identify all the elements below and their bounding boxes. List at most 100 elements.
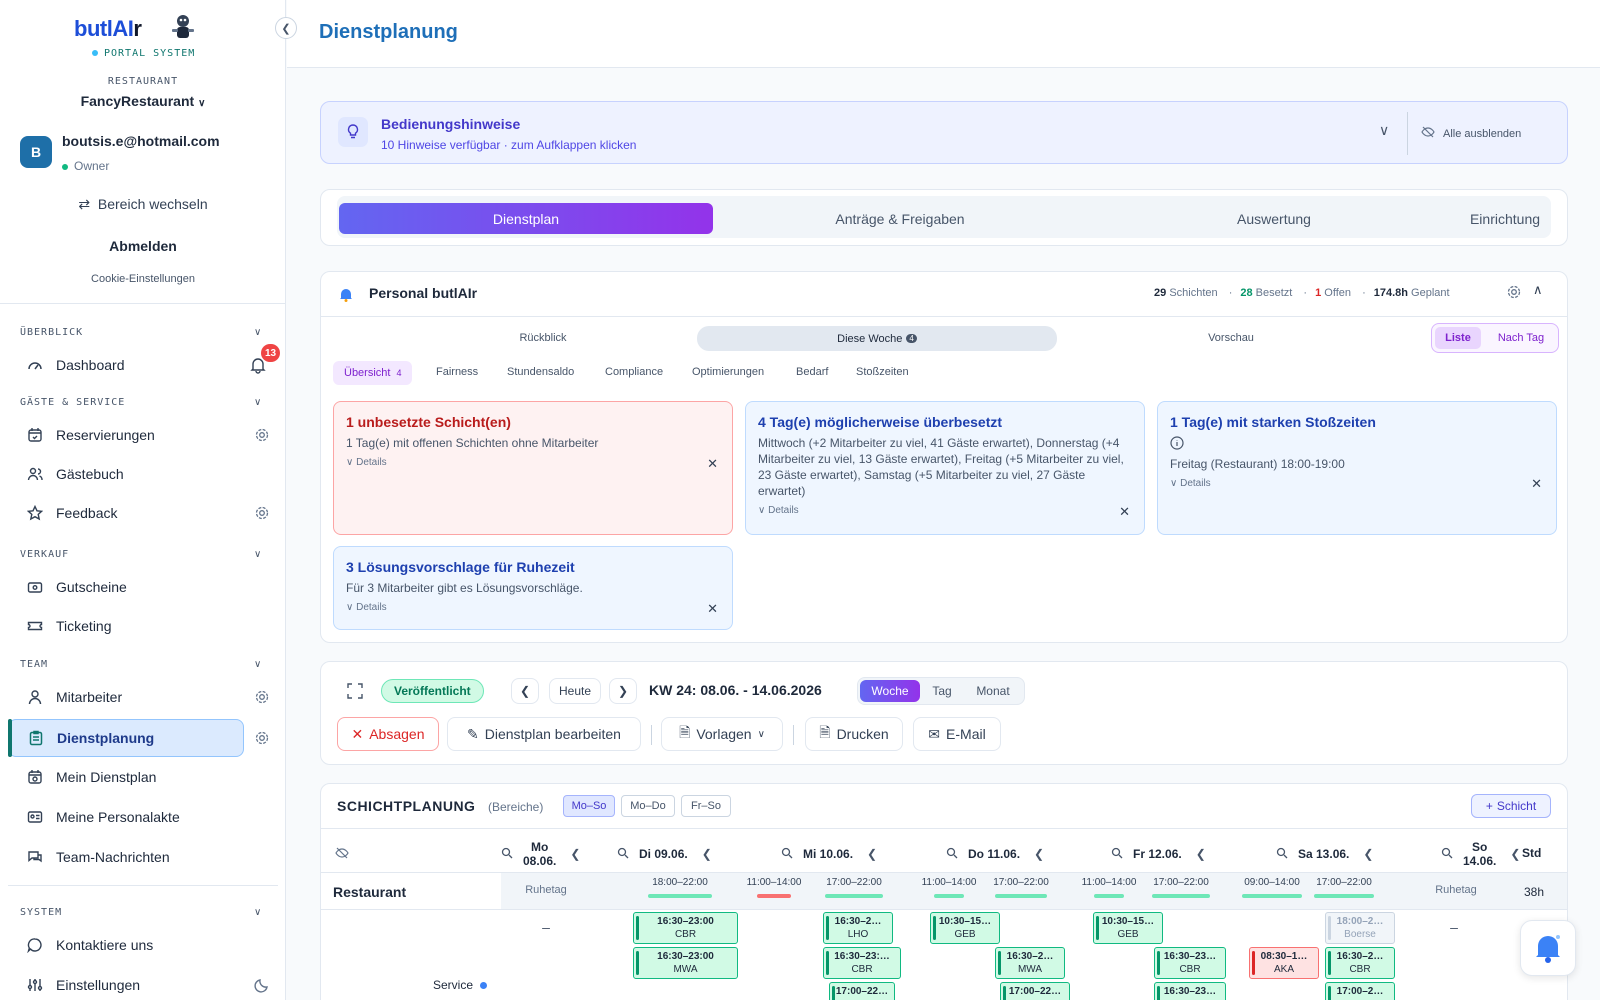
- gear-icon[interactable]: [254, 427, 270, 443]
- chevron-left-icon[interactable]: ❮: [1510, 847, 1520, 861]
- sidebar-item-reservations[interactable]: Reservierungen: [8, 417, 244, 453]
- view-day-button[interactable]: Tag: [922, 680, 962, 702]
- alert-card[interactable]: 4 Tag(e) möglicherweise überbesetzt Mitt…: [745, 401, 1145, 535]
- sidebar-item-team-messages[interactable]: Team-Nachrichten: [8, 839, 244, 875]
- shift-card[interactable]: 17:00–22…: [829, 982, 895, 1000]
- restaurant-selector[interactable]: FancyRestaurant ∨: [0, 93, 285, 109]
- info-icon[interactable]: [1170, 436, 1544, 453]
- view-month-button[interactable]: Monat: [964, 680, 1022, 702]
- chevron-down-icon[interactable]: ∨: [254, 327, 266, 339]
- email-button[interactable]: ✉ E-Mail: [913, 717, 1001, 751]
- cookie-settings-link[interactable]: Cookie-Einstellungen: [0, 273, 285, 285]
- shift-card[interactable]: 16:30–2… LHO: [823, 912, 893, 944]
- close-icon[interactable]: ✕: [707, 601, 718, 617]
- subtab-overview[interactable]: Übersicht 4: [333, 361, 413, 385]
- details-toggle[interactable]: ∨ Details: [346, 602, 720, 613]
- day-header[interactable]: Sa 13.06. ❮: [1276, 840, 1373, 868]
- shift-card[interactable]: 10:30–15… GEB: [1093, 912, 1163, 944]
- subtab-fairness[interactable]: Fairness: [436, 366, 478, 378]
- chevron-down-icon[interactable]: ∨: [1379, 122, 1389, 139]
- sidebar-item-settings[interactable]: Einstellungen: [8, 967, 244, 1000]
- sidebar-item-feedback[interactable]: Feedback: [8, 495, 244, 531]
- search-icon[interactable]: [1276, 847, 1288, 862]
- details-toggle[interactable]: ∨ Details: [1170, 478, 1544, 489]
- sidebar-item-guestbook[interactable]: Gästebuch: [8, 456, 244, 492]
- day-header[interactable]: Do 11.06. ❮: [946, 840, 1044, 868]
- subtab-peak-times[interactable]: Stoßzeiten: [856, 366, 909, 378]
- shift-card[interactable]: 17:00–22…: [1000, 982, 1070, 1000]
- view-week-button[interactable]: Woche: [860, 680, 920, 702]
- chevron-down-icon[interactable]: ∨: [254, 659, 266, 671]
- search-icon[interactable]: [617, 847, 629, 862]
- sidebar-item-dienstplanung[interactable]: Dienstplanung: [8, 719, 244, 757]
- sidebar-item-vouchers[interactable]: Gutscheine: [8, 569, 244, 605]
- edit-schedule-button[interactable]: ✎ Dienstplan bearbeiten: [447, 717, 641, 751]
- gear-icon[interactable]: [1506, 284, 1522, 303]
- details-toggle[interactable]: ∨ Details: [758, 505, 1132, 516]
- sidebar-item-dashboard[interactable]: Dashboard: [8, 347, 244, 383]
- shift-card[interactable]: 16:30–2… MWA: [995, 947, 1065, 979]
- moon-icon[interactable]: [254, 977, 270, 996]
- add-shift-button[interactable]: + Schicht: [1471, 794, 1551, 818]
- sidebar-item-contact[interactable]: Kontaktiere uns: [8, 927, 244, 963]
- subtab-compliance[interactable]: Compliance: [605, 366, 663, 378]
- chevron-left-icon[interactable]: ❮: [1034, 847, 1044, 861]
- next-week-button[interactable]: ❯: [609, 678, 637, 704]
- day-header[interactable]: Mo 08.06. ❮: [501, 840, 580, 868]
- alert-card[interactable]: 3 Lösungsvorschlage für Ruhezeit Für 3 M…: [333, 546, 733, 630]
- hide-all-button[interactable]: Alle ausblenden: [1421, 126, 1521, 141]
- sidebar-item-ticketing[interactable]: Ticketing: [8, 608, 244, 644]
- templates-button[interactable]: 🗎 Vorlagen ∨: [661, 717, 783, 751]
- subtab-demand[interactable]: Bedarf: [796, 366, 828, 378]
- logout-button[interactable]: Abmelden: [0, 238, 285, 254]
- brand-logo[interactable]: butlAIr: [74, 16, 142, 42]
- shift-card[interactable]: 18:00–2… Boerse: [1325, 912, 1395, 944]
- shift-card[interactable]: 16:30–23:… CBR: [823, 947, 901, 979]
- sidebar-item-my-plan[interactable]: Mein Dienstplan: [8, 759, 244, 795]
- fullscreen-icon[interactable]: [347, 683, 363, 702]
- cancel-button[interactable]: ✕ Absagen: [337, 717, 439, 751]
- search-icon[interactable]: [946, 847, 958, 862]
- switch-area-button[interactable]: ⇄ Bereich wechseln: [0, 196, 285, 213]
- shift-card[interactable]: 16:30–23…CBR: [1154, 982, 1226, 1000]
- sidebar-item-my-file[interactable]: Meine Personalakte: [8, 799, 244, 835]
- tab-dienstplan[interactable]: Dienstplan: [339, 203, 713, 234]
- shift-card[interactable]: 16:30–23:00 MWA: [633, 947, 738, 979]
- chevron-down-icon[interactable]: ∨: [254, 907, 266, 919]
- sidebar-item-employees[interactable]: Mitarbeiter: [8, 679, 244, 715]
- filter-mo-do[interactable]: Mo–Do: [621, 795, 675, 817]
- today-button[interactable]: Heute: [549, 678, 601, 704]
- search-icon[interactable]: [1441, 847, 1453, 862]
- shift-card[interactable]: 08:30–1… AKA: [1249, 947, 1319, 979]
- gear-icon[interactable]: [254, 505, 270, 521]
- shift-card[interactable]: 10:30–15… GEB: [930, 912, 1000, 944]
- print-button[interactable]: 🗎 Drucken: [805, 717, 903, 751]
- area-name[interactable]: Restaurant: [333, 884, 406, 900]
- filter-fr-so[interactable]: Fr–So: [681, 795, 731, 817]
- search-icon[interactable]: [781, 847, 793, 862]
- close-icon[interactable]: ✕: [707, 456, 718, 472]
- period-vorschau[interactable]: Vorschau: [1191, 332, 1271, 344]
- chevron-left-icon[interactable]: ❮: [1196, 847, 1206, 861]
- collapse-sidebar-button[interactable]: ❮: [275, 17, 297, 39]
- chevron-left-icon[interactable]: ❮: [702, 847, 712, 861]
- close-icon[interactable]: ✕: [1119, 504, 1130, 520]
- close-icon[interactable]: ✕: [1531, 476, 1542, 492]
- chevron-left-icon[interactable]: ❮: [1363, 847, 1373, 861]
- eye-off-icon[interactable]: [335, 847, 349, 862]
- chevron-up-icon[interactable]: ∧: [1533, 282, 1543, 298]
- filter-mo-so[interactable]: Mo–So: [563, 795, 615, 817]
- search-icon[interactable]: [501, 847, 513, 862]
- tab-einrichtung[interactable]: Einrichtung: [1461, 203, 1549, 234]
- tab-auswertung[interactable]: Auswertung: [1087, 203, 1461, 234]
- assistant-bell-button[interactable]: [1520, 920, 1576, 976]
- day-header[interactable]: Di 09.06. ❮: [617, 840, 712, 868]
- hints-panel[interactable]: Bedienungshinweise 10 Hinweise verfügbar…: [320, 101, 1568, 164]
- shift-card[interactable]: 16:30–23…CBR: [1154, 947, 1226, 979]
- view-by-day-button[interactable]: Nach Tag: [1486, 327, 1556, 349]
- gear-icon[interactable]: [254, 730, 270, 746]
- shift-card[interactable]: 16:30–2… CBR: [1325, 947, 1395, 979]
- subtab-optimizations[interactable]: Optimierungen: [692, 366, 764, 378]
- tab-antraege[interactable]: Anträge & Freigaben: [713, 203, 1087, 234]
- chevron-down-icon[interactable]: ∨: [254, 549, 266, 561]
